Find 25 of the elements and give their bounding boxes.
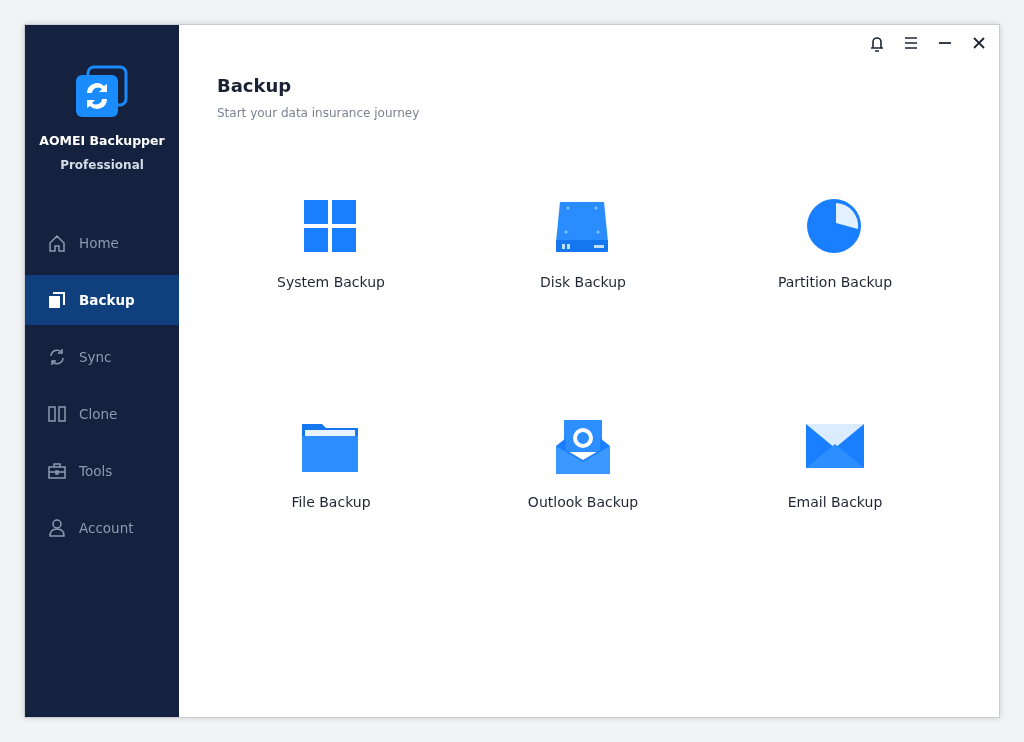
backup-option[interactable]: Outlook Backup — [457, 418, 709, 510]
sidebar-item[interactable]: Tools — [25, 446, 179, 496]
open-envelope-icon — [554, 418, 612, 476]
page-title: Backup — [217, 75, 293, 96]
pie-chart-icon — [806, 198, 864, 256]
sidebar-item[interactable]: Account — [25, 503, 179, 553]
sidebar-item[interactable]: Home — [25, 218, 179, 268]
app-name: AOMEI Backupper — [38, 133, 166, 148]
sidebar-item[interactable]: Sync — [25, 332, 179, 382]
backup-option[interactable]: Disk Backup — [457, 198, 709, 290]
app-edition: Professional — [59, 158, 145, 172]
backup-option[interactable]: Email Backup — [709, 418, 961, 510]
person-icon — [47, 518, 67, 538]
squares-icon — [47, 290, 67, 310]
columns-icon — [47, 404, 67, 424]
home-icon — [47, 233, 67, 253]
backup-option[interactable]: File Backup — [205, 418, 457, 510]
toolbox-icon — [47, 461, 67, 481]
backup-option[interactable]: System Backup — [205, 198, 457, 290]
sync-icon — [47, 347, 67, 367]
app-logo-icon — [74, 63, 130, 119]
backup-option[interactable]: Partition Backup — [709, 198, 961, 290]
page-subtitle: Start your data insurance journey — [217, 106, 421, 120]
sidebar-item[interactable]: Backup — [25, 275, 179, 325]
sidebar-item[interactable]: Clone — [25, 389, 179, 439]
